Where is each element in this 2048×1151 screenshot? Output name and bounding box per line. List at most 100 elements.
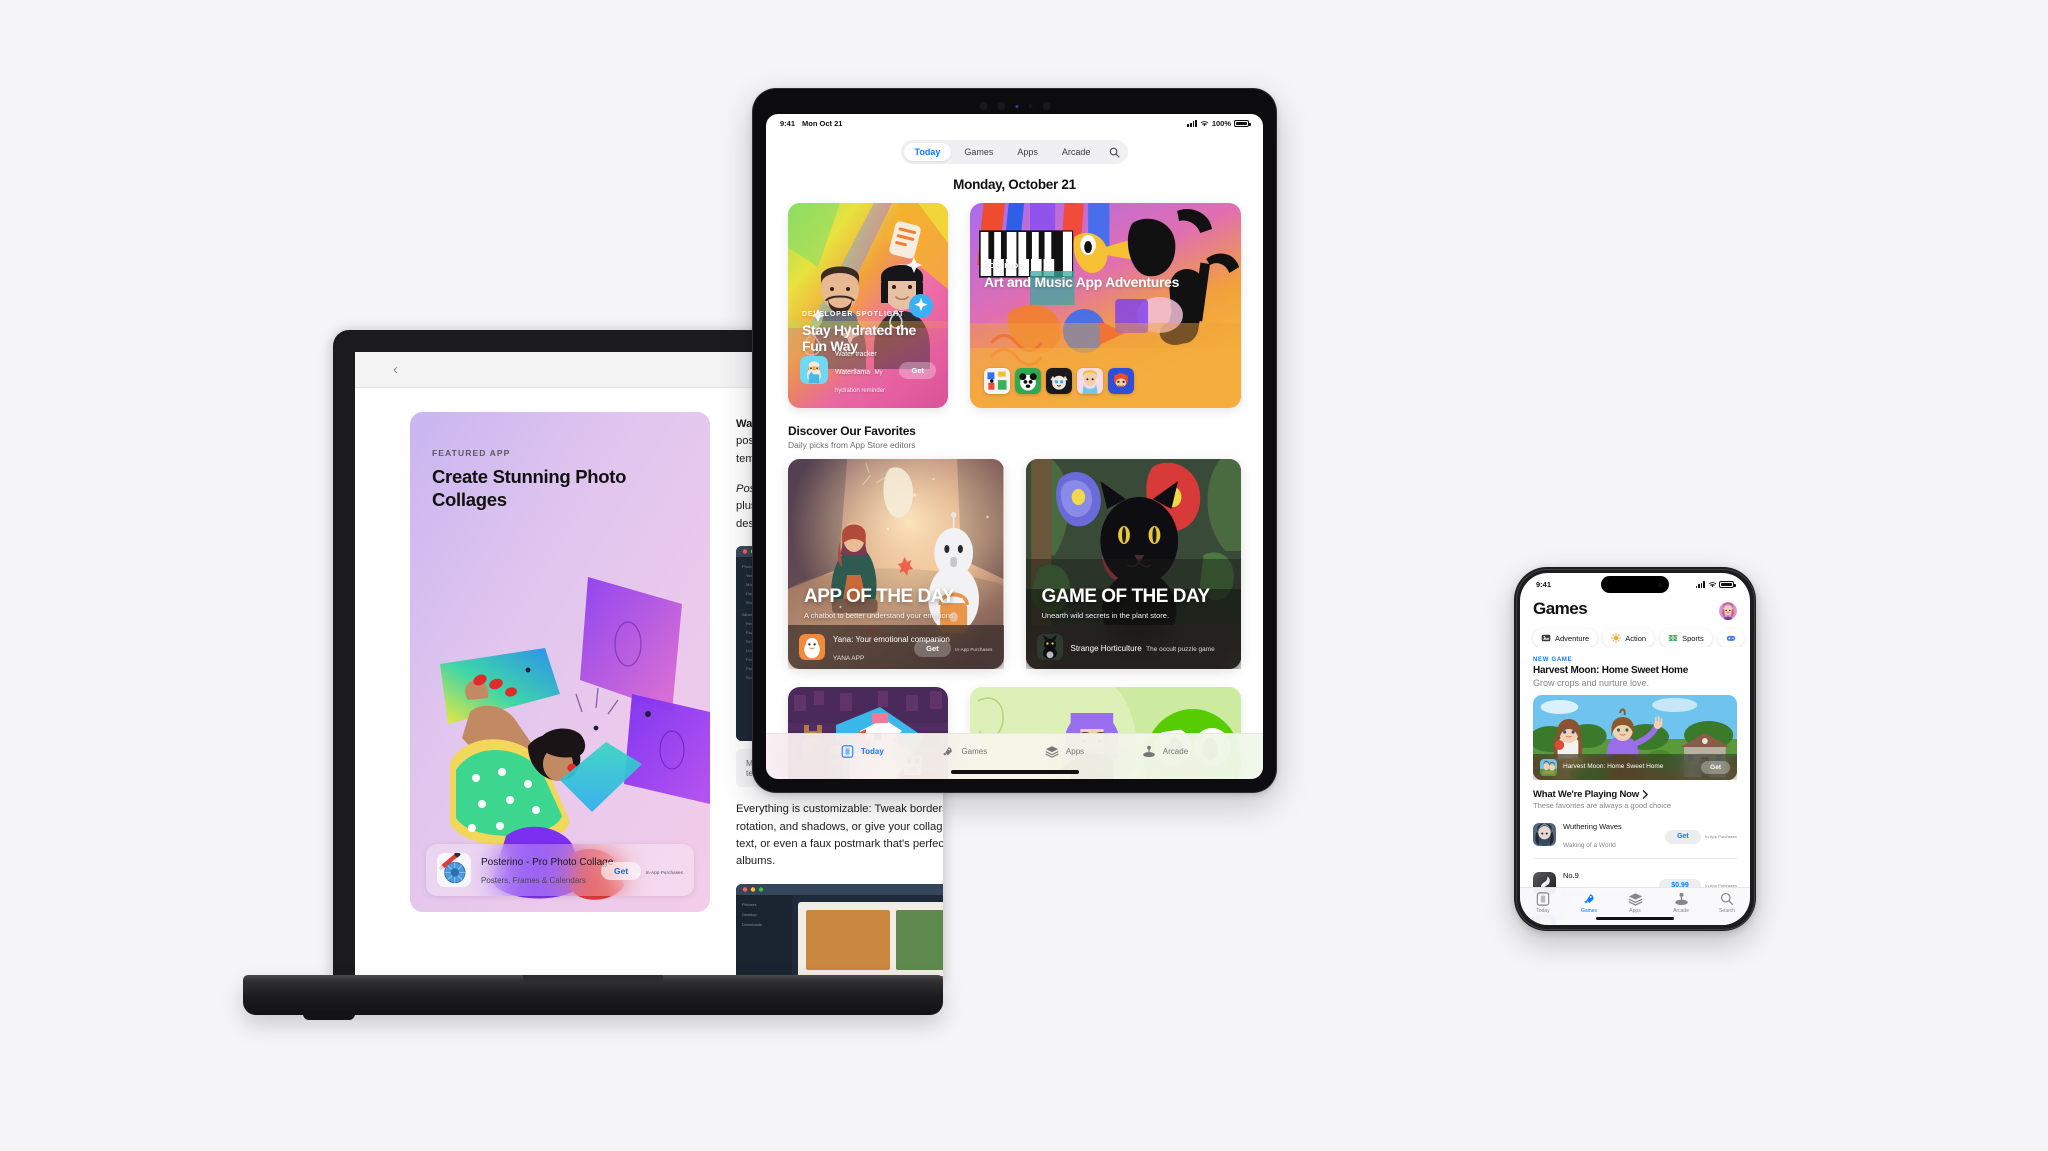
macbook-trackpad-notch: [523, 975, 663, 984]
for-kids-card[interactable]: FOR KIDS Art and Music App Adventures: [970, 203, 1241, 408]
iphone-tabbar-today[interactable]: Today: [1524, 892, 1562, 914]
search-icon[interactable]: [1103, 147, 1125, 158]
strange-horticulture-name: Strange Horticulture: [1070, 644, 1142, 653]
app-screenshot-2: Pictures Desktop Downloads: [736, 883, 943, 980]
ipad-date: Mon Oct 21: [802, 118, 843, 128]
chip-adventure-label: Adventure: [1555, 633, 1590, 643]
ipad-indicator-icon: [1015, 104, 1018, 108]
wuthering-waves-get-button[interactable]: Get: [1665, 829, 1701, 844]
ipad-tabbar-games[interactable]: Games: [941, 745, 987, 758]
rocket-icon: [1584, 894, 1594, 904]
featured-app-hero-card[interactable]: FEATURED APP Create Stunning Photo Colla…: [410, 412, 710, 912]
search-icon: [1720, 892, 1734, 906]
wuthering-waves-iap: In-App Purchases: [1705, 834, 1737, 839]
iphone-tabbar-search-label: Search: [1719, 908, 1735, 914]
posterino-iap-label: In-App Purchases: [645, 869, 683, 875]
iphone-playing-now-header[interactable]: What We're Playing Now These favorites a…: [1520, 780, 1750, 810]
iphone-tabbar-games[interactable]: Games: [1570, 892, 1608, 914]
tab-games[interactable]: Games: [953, 143, 1004, 161]
ipad-tabbar-apps[interactable]: Apps: [1045, 745, 1084, 758]
burst-icon: [1611, 633, 1622, 643]
waterllama-line2: Waterllama: [835, 369, 871, 376]
chip-more[interactable]: [1717, 629, 1744, 647]
chip-adventure[interactable]: Adventure: [1533, 629, 1598, 647]
for-kids-eyebrow: FOR KIDS: [984, 263, 1025, 270]
chip-sports[interactable]: Sports: [1660, 629, 1712, 647]
kids-app-icon-5[interactable]: [1108, 368, 1134, 394]
kids-app-icon-3[interactable]: [1046, 368, 1072, 394]
tab-apps[interactable]: Apps: [1006, 143, 1049, 161]
iphone-tabbar-arcade-label: Arcade: [1673, 908, 1689, 914]
strange-horticulture-row[interactable]: Strange Horticulture The occult puzzle g…: [1025, 625, 1241, 669]
for-kids-title: Art and Music App Adventures: [984, 274, 1180, 290]
wuthering-waves-name: Wuthering Waves: [1563, 822, 1622, 832]
yana-get-button[interactable]: Get: [914, 639, 951, 657]
iphone-tabbar-games-label: Games: [1580, 908, 1598, 914]
strange-horticulture-meta: Strange Horticulture The occult puzzle g…: [1071, 638, 1231, 656]
ipad-status-bar: 9:41 Mon Oct 21 100%: [766, 114, 1263, 132]
kids-app-icon-1[interactable]: [984, 368, 1010, 394]
yana-app-row[interactable]: Yana: Your emotional companion YANA APP …: [788, 625, 1004, 669]
iphone-featured-eyebrow: NEW GAME: [1533, 657, 1573, 663]
ipad-tabbar-apps-label: Apps: [1065, 747, 1085, 756]
iphone-device: 9:41 Games Adventure Action Sports NEW G…: [1514, 567, 1756, 931]
iphone-tabbar-arcade[interactable]: Arcade: [1662, 892, 1700, 914]
controller-icon: [1726, 635, 1736, 641]
iphone-category-chips[interactable]: Adventure Action Sports: [1520, 620, 1750, 647]
posterino-get-button[interactable]: Get: [601, 861, 642, 880]
yana-get-wrap: Get In-App Purchases: [914, 638, 992, 657]
yana-iap-label: In-App Purchases: [955, 646, 993, 652]
iphone-home-indicator[interactable]: [1596, 916, 1674, 920]
harvest-moon-bar: Harvest Moon: Home Sweet Home Get: [1533, 754, 1737, 781]
chip-action[interactable]: Action: [1603, 629, 1655, 647]
ipad-tabbar-arcade[interactable]: Arcade: [1142, 745, 1188, 758]
ipad-status-left: 9:41 Mon Oct 21: [780, 119, 842, 128]
iphone-screen: 9:41 Games Adventure Action Sports NEW G…: [1520, 573, 1750, 925]
today-icon: [841, 745, 854, 758]
iphone-tabbar-search[interactable]: Search: [1708, 892, 1746, 914]
ipad-camera-array: [979, 102, 1050, 110]
ipad-clock: 9:41: [780, 118, 796, 128]
waterllama-app-icon: [800, 356, 828, 384]
chevron-left-icon[interactable]: ‹: [393, 362, 398, 377]
wuthering-waves-icon: [1533, 822, 1556, 846]
developer-spotlight-eyebrow: DEVELOPER SPOTLIGHT: [802, 311, 905, 318]
strange-horticulture-developer: The occult puzzle game: [1146, 646, 1215, 653]
ipad-mic-icon: [1028, 104, 1032, 108]
app-of-the-day-card[interactable]: APP OF THE DAY A chatbot to better under…: [788, 459, 1004, 669]
developer-spotlight-card[interactable]: DEVELOPER SPOTLIGHT Stay Hydrated the Fu…: [788, 203, 948, 408]
for-kids-app-icons[interactable]: [984, 368, 1134, 394]
waterllama-app-row[interactable]: Water tracker Waterllama My hydration re…: [800, 343, 936, 397]
ipad-tabbar-games-label: Games: [961, 747, 988, 756]
today-icon: [1536, 892, 1550, 906]
ipad-home-indicator[interactable]: [950, 770, 1079, 774]
posterino-app-pill[interactable]: Posterino - Pro Photo Collage Posters, F…: [426, 844, 694, 896]
waterllama-line1: Water tracker: [835, 351, 877, 358]
ipad-content-scroll[interactable]: DEVELOPER SPOTLIGHT Stay Hydrated the Fu…: [766, 203, 1263, 779]
harvest-moon-get-button[interactable]: Get: [1701, 760, 1730, 774]
ipad-battery-percent: 100%: [1211, 118, 1231, 128]
user-avatar[interactable]: [1719, 602, 1737, 620]
wuthering-waves-subtitle: Waking of a World: [1563, 842, 1616, 850]
macbook-base: [243, 975, 943, 1020]
iphone-header: Games: [1520, 593, 1750, 620]
kids-app-icon-4[interactable]: [1077, 368, 1103, 394]
app-of-the-day-badge: APP OF THE DAY: [804, 586, 955, 608]
chip-action-label: Action: [1625, 633, 1647, 643]
tab-arcade[interactable]: Arcade: [1051, 143, 1102, 161]
harvest-moon-screenshot[interactable]: Harvest Moon: Home Sweet Home Get: [1533, 695, 1737, 781]
posterino-get-wrap: Get In-App Purchases: [601, 861, 683, 880]
kids-app-icon-2[interactable]: [1015, 368, 1041, 394]
waterllama-get-button[interactable]: Get: [899, 361, 936, 379]
ipad-camera2-icon: [1042, 102, 1050, 110]
yana-app-icon: [799, 634, 825, 660]
discover-cards-row: APP OF THE DAY A chatbot to better under…: [788, 459, 1241, 669]
iphone-tabbar-apps[interactable]: Apps: [1616, 892, 1654, 914]
ipad-tabbar-today[interactable]: Today: [841, 745, 884, 758]
game-of-the-day-card[interactable]: GAME OF THE DAY Unearth wild secrets in …: [1025, 459, 1241, 669]
harvest-moon-app-icon: [1540, 758, 1557, 776]
iphone-featured-subtitle: Grow crops and nurture love.: [1533, 678, 1650, 688]
tab-today[interactable]: Today: [903, 143, 952, 161]
article-paragraph-3: Everything is customizable: Tweak border…: [736, 803, 943, 868]
list-item[interactable]: Wuthering Waves Waking of a World Get In…: [1533, 810, 1737, 860]
